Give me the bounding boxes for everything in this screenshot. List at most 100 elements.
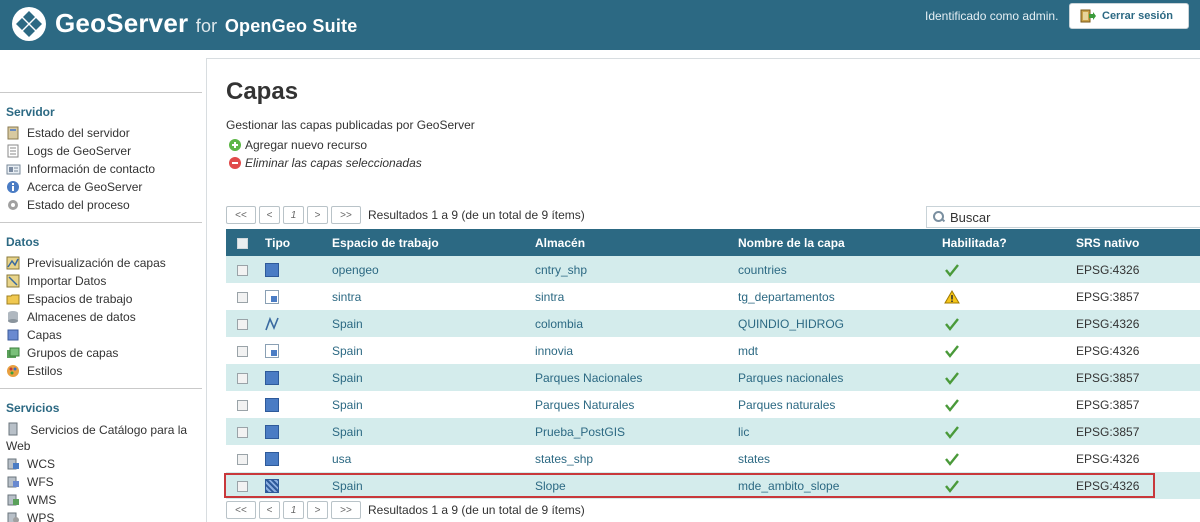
check-icon: [945, 399, 959, 412]
pager-page-button[interactable]: 1: [283, 206, 304, 224]
column-header-store[interactable]: Almacén: [535, 229, 738, 256]
pager-last-button[interactable]: >>: [331, 501, 361, 519]
sidebar-item-layer-groups[interactable]: Grupos de capas: [0, 344, 202, 362]
pager-page-button[interactable]: 1: [283, 501, 304, 519]
delete-selected-layers-link[interactable]: Eliminar las capas seleccionadas: [229, 156, 422, 170]
store-link[interactable]: Slope: [535, 472, 738, 499]
check-icon: [945, 264, 959, 277]
sidebar-item-workspaces[interactable]: Espacios de trabajo: [0, 290, 202, 308]
enabled-cell: [942, 337, 1076, 364]
add-resource-link[interactable]: Agregar nuevo recurso: [229, 138, 367, 152]
pager-prev-button[interactable]: <: [259, 206, 280, 224]
layer-name-link[interactable]: countries: [738, 256, 942, 283]
workspace-link[interactable]: sintra: [332, 283, 535, 310]
column-header-layer-name[interactable]: Nombre de la capa: [738, 229, 942, 256]
pager-first-button[interactable]: <<: [226, 501, 256, 519]
store-link[interactable]: innovia: [535, 337, 738, 364]
srs-cell: EPSG:3857: [1076, 283, 1200, 310]
srs-cell: EPSG:4326: [1076, 256, 1200, 283]
polygon-layer-icon: [265, 424, 279, 439]
column-header-workspace[interactable]: Espacio de trabajo: [332, 229, 535, 256]
check-icon: [945, 345, 959, 358]
sidebar-section-servidor: Servidor: [0, 92, 202, 124]
layer-name-link[interactable]: QUINDIO_HIDROG: [738, 310, 942, 337]
stores-icon: [8, 311, 18, 323]
raster-layer-icon: [265, 289, 279, 304]
srs-cell: EPSG:4326: [1076, 472, 1200, 499]
layer-name-link[interactable]: Parques naturales: [738, 391, 942, 418]
sidebar-item-wps[interactable]: WPS: [0, 509, 202, 522]
row-checkbox[interactable]: [237, 480, 248, 492]
pager-next-button[interactable]: >: [307, 206, 328, 224]
wcs-icon: [7, 458, 19, 470]
column-header-tipo[interactable]: Tipo: [259, 229, 332, 256]
select-all-checkbox[interactable]: [237, 237, 248, 249]
pager-first-button[interactable]: <<: [226, 206, 256, 224]
store-link[interactable]: Parques Naturales: [535, 391, 738, 418]
row-checkbox[interactable]: [237, 372, 248, 384]
row-checkbox[interactable]: [237, 318, 248, 330]
workspace-link[interactable]: Spain: [332, 310, 535, 337]
about-icon: [7, 181, 19, 193]
store-link[interactable]: states_shp: [535, 445, 738, 472]
sidebar-item-wfs[interactable]: WFS: [0, 473, 202, 491]
row-checkbox[interactable]: [237, 264, 248, 276]
workspace-link[interactable]: Spain: [332, 364, 535, 391]
check-icon: [945, 372, 959, 385]
workspace-link[interactable]: Spain: [332, 418, 535, 445]
search-input[interactable]: Buscar: [926, 206, 1200, 228]
store-link[interactable]: sintra: [535, 283, 738, 310]
row-checkbox[interactable]: [237, 291, 248, 303]
store-link[interactable]: cntry_shp: [535, 256, 738, 283]
row-checkbox[interactable]: [237, 426, 248, 438]
sidebar-item-layer-preview[interactable]: Previsualización de capas: [0, 254, 202, 272]
sidebar-item-server-status[interactable]: Estado del servidor: [0, 124, 202, 142]
store-link[interactable]: colombia: [535, 310, 738, 337]
row-checkbox[interactable]: [237, 399, 248, 411]
column-header-srs[interactable]: SRS nativo: [1076, 229, 1200, 256]
mosaic-layer-icon: [265, 478, 279, 493]
sidebar-item-wcs[interactable]: WCS: [0, 455, 202, 473]
row-select-cell: [226, 418, 259, 445]
store-link[interactable]: Parques Nacionales: [535, 364, 738, 391]
sidebar: Servidor Estado del servidor Logs de Geo…: [0, 92, 202, 522]
sidebar-section-datos: Datos: [0, 222, 202, 254]
type-cell: [259, 283, 332, 310]
row-select-cell: [226, 337, 259, 364]
enabled-cell: [942, 364, 1076, 391]
pager-last-button[interactable]: >>: [331, 206, 361, 224]
pager-prev-button[interactable]: <: [259, 501, 280, 519]
srs-cell: EPSG:3857: [1076, 391, 1200, 418]
layer-name-link[interactable]: mde_ambito_slope: [738, 472, 942, 499]
layer-name-link[interactable]: Parques nacionales: [738, 364, 942, 391]
layer-name-link[interactable]: mdt: [738, 337, 942, 364]
row-checkbox[interactable]: [237, 345, 248, 357]
workspace-link[interactable]: usa: [332, 445, 535, 472]
layer-name-link[interactable]: states: [738, 445, 942, 472]
row-checkbox[interactable]: [237, 453, 248, 465]
sidebar-item-styles[interactable]: Estilos: [0, 362, 202, 380]
sidebar-item-csw[interactable]: Servicios de Catálogo para la Web: [0, 420, 202, 455]
logout-button[interactable]: Cerrar sesión: [1069, 3, 1189, 29]
store-link[interactable]: Prueba_PostGIS: [535, 418, 738, 445]
type-cell: [259, 391, 332, 418]
polygon-layer-icon: [265, 262, 279, 277]
sidebar-item-layers[interactable]: Capas: [0, 326, 202, 344]
sidebar-item-stores[interactable]: Almacenes de datos: [0, 308, 202, 326]
workspace-link[interactable]: Spain: [332, 472, 535, 499]
pager-next-button[interactable]: >: [307, 501, 328, 519]
sidebar-item-wms[interactable]: WMS: [0, 491, 202, 509]
workspace-link[interactable]: opengeo: [332, 256, 535, 283]
workspace-link[interactable]: Spain: [332, 391, 535, 418]
sidebar-item-import-data[interactable]: Importar Datos: [0, 272, 202, 290]
sidebar-item-contact[interactable]: Información de contacto: [0, 160, 202, 178]
layer-name-link[interactable]: tg_departamentos: [738, 283, 942, 310]
row-select-cell: [226, 391, 259, 418]
geoserver-logo-icon: [12, 7, 46, 41]
workspace-link[interactable]: Spain: [332, 337, 535, 364]
layer-name-link[interactable]: lic: [738, 418, 942, 445]
sidebar-item-process-status[interactable]: Estado del proceso: [0, 196, 202, 214]
column-header-enabled[interactable]: Habilitada?: [942, 229, 1076, 256]
sidebar-item-logs[interactable]: Logs de GeoServer: [0, 142, 202, 160]
sidebar-item-about[interactable]: Acerca de GeoServer: [0, 178, 202, 196]
